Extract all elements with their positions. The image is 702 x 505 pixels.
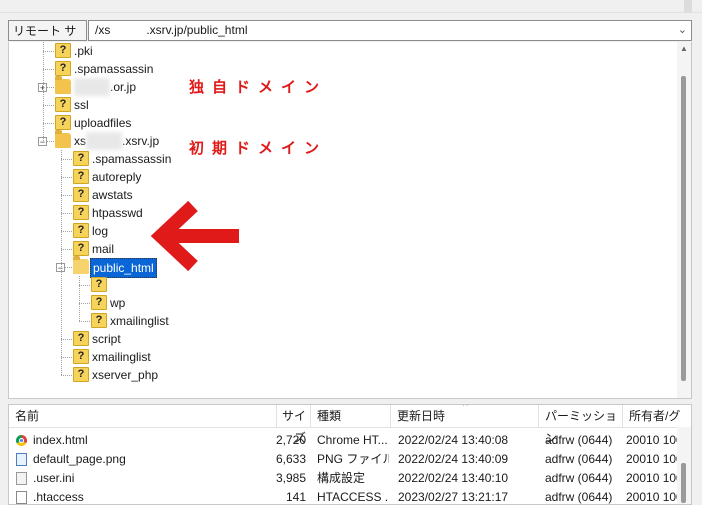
question-folder-icon: ? — [73, 331, 89, 346]
file-perm: adfrw (0644) — [545, 452, 613, 466]
chrome-icon — [16, 435, 27, 446]
remote-site-label: リモート サイト: — [8, 20, 87, 59]
tree-node-label: awstats — [92, 188, 133, 202]
tree-node-label: log — [92, 224, 109, 238]
file-owner: 20010 100 — [626, 452, 678, 466]
chevron-down-icon[interactable]: ⌄ — [678, 21, 687, 40]
folder-icon — [55, 130, 71, 148]
file-perm: adfrw (0644) — [545, 471, 613, 485]
question-folder-icon: ? — [73, 187, 89, 202]
image-file-icon — [16, 453, 27, 466]
question-folder-icon: ? — [55, 97, 71, 112]
own-domain-annotation: 独自ドメイン — [189, 78, 328, 96]
file-size: 6,633 — [275, 452, 306, 466]
remote-file-list: 名前 サイズ 種類 更新日時 パーミッション 所有者/グ ^ index.htm… — [8, 404, 692, 505]
column-type[interactable]: 種類 — [311, 405, 391, 427]
tree-node-label: xserver_php — [92, 368, 159, 382]
question-folder-icon: ? — [73, 223, 89, 238]
column-owner[interactable]: 所有者/グ — [623, 405, 691, 427]
question-folder-icon: ? — [55, 115, 71, 130]
file-perm: adfrw (0644) — [545, 433, 613, 447]
file-modified: 2023/02/27 13:21:17 — [398, 490, 509, 504]
tree-node-label: .spamassassin — [74, 62, 154, 76]
file-size: 141 — [285, 490, 306, 504]
tree-node-label: ssl — [74, 98, 89, 112]
file-type: HTACCESS ... — [317, 490, 389, 504]
file-modified: 2022/02/24 13:40:08 — [398, 433, 509, 447]
question-folder-icon: ? — [91, 277, 107, 292]
file-list-scroll-thumb[interactable] — [681, 463, 686, 503]
file-list-header: 名前 サイズ 種類 更新日時 パーミッション 所有者/グ ^ — [9, 404, 691, 445]
settings-file-icon — [16, 472, 27, 485]
tree-node-label: xmailinglist — [92, 350, 151, 364]
file-row[interactable]: default_page.png 6,633 PNG ファイル 2022/02/24 … — [9, 450, 691, 469]
file-list-scrollbar[interactable] — [677, 427, 691, 504]
file-perm: adfrw (0644) — [545, 490, 613, 504]
file-row[interactable]: .user.ini 3,985 構成設定 2022/02/24 13:40:10 adf… — [9, 469, 691, 488]
red-arrow-icon — [150, 200, 239, 272]
tree-node-label: .pki — [74, 44, 93, 58]
file-owner: 20010 100 — [626, 490, 678, 504]
tree-node-label: script — [92, 332, 121, 346]
question-folder-icon: ? — [73, 241, 89, 256]
file-size: 3,985 — [275, 471, 306, 485]
tree-node-label: htpasswd — [92, 206, 143, 220]
initial-domain-annotation: 初期ドメイン — [189, 139, 328, 157]
question-folder-icon: ? — [55, 61, 71, 76]
remote-directory-tree: + − − ? .pki? .spamassassin .or.jp? ssl? uploa… — [8, 42, 692, 399]
file-row[interactable]: index.html 2,720 Chrome HT... 2022/02/24 13… — [9, 431, 691, 450]
scroll-up-icon[interactable]: ▲ — [680, 44, 688, 53]
tree-node-label: .or.jp — [74, 78, 136, 96]
top-panel-edge — [0, 0, 702, 13]
question-folder-icon: ? — [91, 295, 107, 310]
question-folder-icon: ? — [73, 169, 89, 184]
tree-node-label: xs .xsrv.jp — [74, 132, 160, 150]
sort-caret-icon: ^ — [463, 404, 468, 412]
column-name[interactable]: 名前 — [9, 405, 277, 427]
file-type: 構成設定 — [317, 471, 366, 485]
tree-node-label: .spamassassin — [92, 152, 172, 166]
question-folder-icon: ? — [73, 151, 89, 166]
file-type: Chrome HT... — [317, 433, 388, 447]
tree-node-label: mail — [92, 242, 115, 256]
column-permission[interactable]: パーミッション — [539, 405, 623, 445]
file-type: PNG ファイル — [317, 452, 389, 466]
question-folder-icon: ? — [91, 313, 107, 328]
file-row[interactable]: .htaccess 141 HTACCESS ... 2023/02/27 13:21… — [9, 488, 691, 504]
file-name: default_page.png — [33, 452, 126, 466]
tree-node-label: xmailinglist — [110, 314, 169, 328]
file-icon — [16, 491, 27, 504]
question-folder-icon: ? — [73, 349, 89, 364]
folder-icon — [55, 76, 71, 94]
file-name: index.html — [33, 433, 88, 447]
top-scrollbar-stub[interactable] — [684, 0, 692, 12]
tree-node-label: wp — [110, 296, 126, 310]
open-folder-icon — [73, 256, 89, 274]
tree-scrollbar[interactable]: ▲ — [677, 42, 691, 398]
file-size: 2,720 — [275, 433, 306, 447]
remote-site-bar: リモート サイト: /xs .xsrv.jp/public_html ⌄ — [8, 20, 692, 59]
file-owner: 20010 100 — [626, 433, 678, 447]
file-owner: 20010 100 — [626, 471, 678, 485]
remote-path-input[interactable]: /xs .xsrv.jp/public_html ⌄ — [88, 20, 692, 41]
file-modified: 2022/02/24 13:40:09 — [398, 452, 509, 466]
file-name: .htaccess — [33, 490, 84, 504]
question-folder-icon: ? — [55, 43, 71, 58]
file-name: .user.ini — [33, 471, 75, 485]
column-size[interactable]: サイズ — [277, 405, 311, 445]
question-folder-icon: ? — [73, 205, 89, 220]
question-folder-icon: ? — [73, 367, 89, 382]
tree-node-label: uploadfiles — [74, 116, 132, 130]
tree-scroll-thumb[interactable] — [681, 76, 686, 381]
tree-node-label: autoreply — [92, 170, 142, 184]
file-modified: 2022/02/24 13:40:10 — [398, 471, 509, 485]
remote-path-value: /xs .xsrv.jp/public_html — [95, 23, 248, 37]
